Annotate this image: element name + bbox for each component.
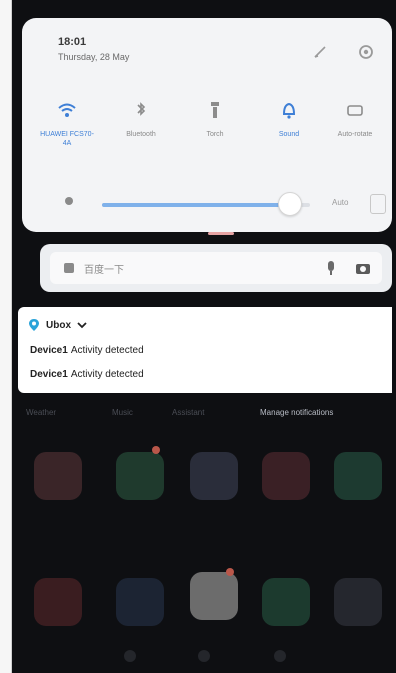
tab-assistant[interactable]: Assistant bbox=[172, 408, 204, 417]
app-icon[interactable] bbox=[262, 578, 310, 626]
quick-settings-panel: 18:01 Thursday, 28 May HUAWEI FCS70-4A B… bbox=[22, 18, 392, 235]
microphone-icon[interactable] bbox=[324, 260, 338, 276]
search-placeholder: 百度一下 bbox=[84, 265, 124, 276]
app-icon[interactable] bbox=[34, 452, 82, 500]
settings-gear-icon[interactable] bbox=[356, 42, 376, 62]
panel-drag-handle[interactable] bbox=[208, 232, 234, 235]
brightness-slider-thumb[interactable] bbox=[278, 192, 303, 216]
nav-recents-key[interactable] bbox=[274, 650, 286, 662]
tile-auto-rotate[interactable]: Auto-rotate bbox=[324, 98, 386, 139]
notification-badge bbox=[152, 446, 160, 454]
notification-line: Device1 Activity detected bbox=[30, 369, 144, 380]
tile-bluetooth[interactable]: Bluetooth bbox=[110, 98, 172, 139]
bell-icon bbox=[282, 102, 296, 119]
contacts-app-icon[interactable] bbox=[116, 578, 164, 626]
tile-torch[interactable]: Torch bbox=[184, 98, 246, 139]
brightness-icon bbox=[65, 197, 73, 205]
torch-icon bbox=[211, 102, 219, 118]
app-icon[interactable] bbox=[262, 452, 310, 500]
app-icon[interactable] bbox=[190, 572, 238, 620]
tile-sound[interactable]: Sound bbox=[258, 98, 320, 139]
tab-music[interactable]: Music bbox=[112, 408, 133, 417]
notification-header[interactable]: Ubox bbox=[28, 317, 87, 333]
wifi-icon bbox=[58, 103, 76, 117]
search-icon bbox=[64, 263, 74, 273]
ubox-location-icon bbox=[29, 319, 39, 331]
nav-back-key[interactable] bbox=[124, 650, 136, 662]
tile-label: Torch bbox=[206, 131, 224, 138]
tab-manage-notifications[interactable]: Manage notifications bbox=[260, 408, 333, 417]
tab-weather[interactable]: Weather bbox=[26, 408, 56, 417]
tile-wifi[interactable]: HUAWEI FCS70-4A bbox=[36, 98, 98, 148]
phone-screen: 18:01 Thursday, 28 May HUAWEI FCS70-4A B… bbox=[12, 0, 396, 673]
screenshot-left-margin bbox=[0, 0, 12, 673]
search-widget: 百度一下 bbox=[40, 244, 392, 292]
bluetooth-icon bbox=[137, 102, 146, 116]
notification-app-name: Ubox bbox=[46, 319, 71, 331]
nav-home-key[interactable] bbox=[198, 650, 210, 662]
brightness-slider-fill bbox=[102, 203, 290, 207]
notification-device: Device1 bbox=[30, 369, 68, 380]
auto-brightness-toggle[interactable] bbox=[370, 194, 386, 214]
tile-label: Auto-rotate bbox=[337, 131, 373, 138]
phone-app-icon[interactable] bbox=[34, 578, 82, 626]
status-time: 18:01 bbox=[58, 36, 87, 48]
home-screen-tabs: Weather Music Assistant Manage notificat… bbox=[12, 404, 396, 424]
status-date: Thursday, 28 May bbox=[58, 52, 130, 62]
app-icon[interactable] bbox=[334, 452, 382, 500]
app-icon[interactable] bbox=[190, 452, 238, 500]
tile-label: HUAWEI FCS70-4A bbox=[40, 131, 94, 147]
chevron-down-icon[interactable] bbox=[77, 321, 87, 329]
ubox-notification[interactable]: Ubox Device1 Activity detected Device1 Act… bbox=[18, 307, 392, 393]
auto-brightness-label: Auto bbox=[332, 198, 349, 207]
rotate-icon bbox=[347, 105, 363, 116]
app-icon[interactable] bbox=[334, 578, 382, 626]
edit-icon[interactable] bbox=[312, 44, 328, 60]
search-bar[interactable]: 百度一下 bbox=[50, 252, 382, 284]
notification-text: Activity detected bbox=[70, 345, 144, 356]
tile-label: Sound bbox=[278, 131, 300, 138]
notification-device: Device1 bbox=[30, 345, 68, 356]
notification-text: Activity detected bbox=[70, 369, 144, 380]
tile-label: Bluetooth bbox=[126, 131, 156, 138]
notification-line: Device1 Activity detected bbox=[30, 345, 144, 356]
camera-icon[interactable] bbox=[354, 260, 372, 276]
app-icon[interactable] bbox=[116, 452, 164, 500]
notification-badge bbox=[226, 568, 234, 576]
